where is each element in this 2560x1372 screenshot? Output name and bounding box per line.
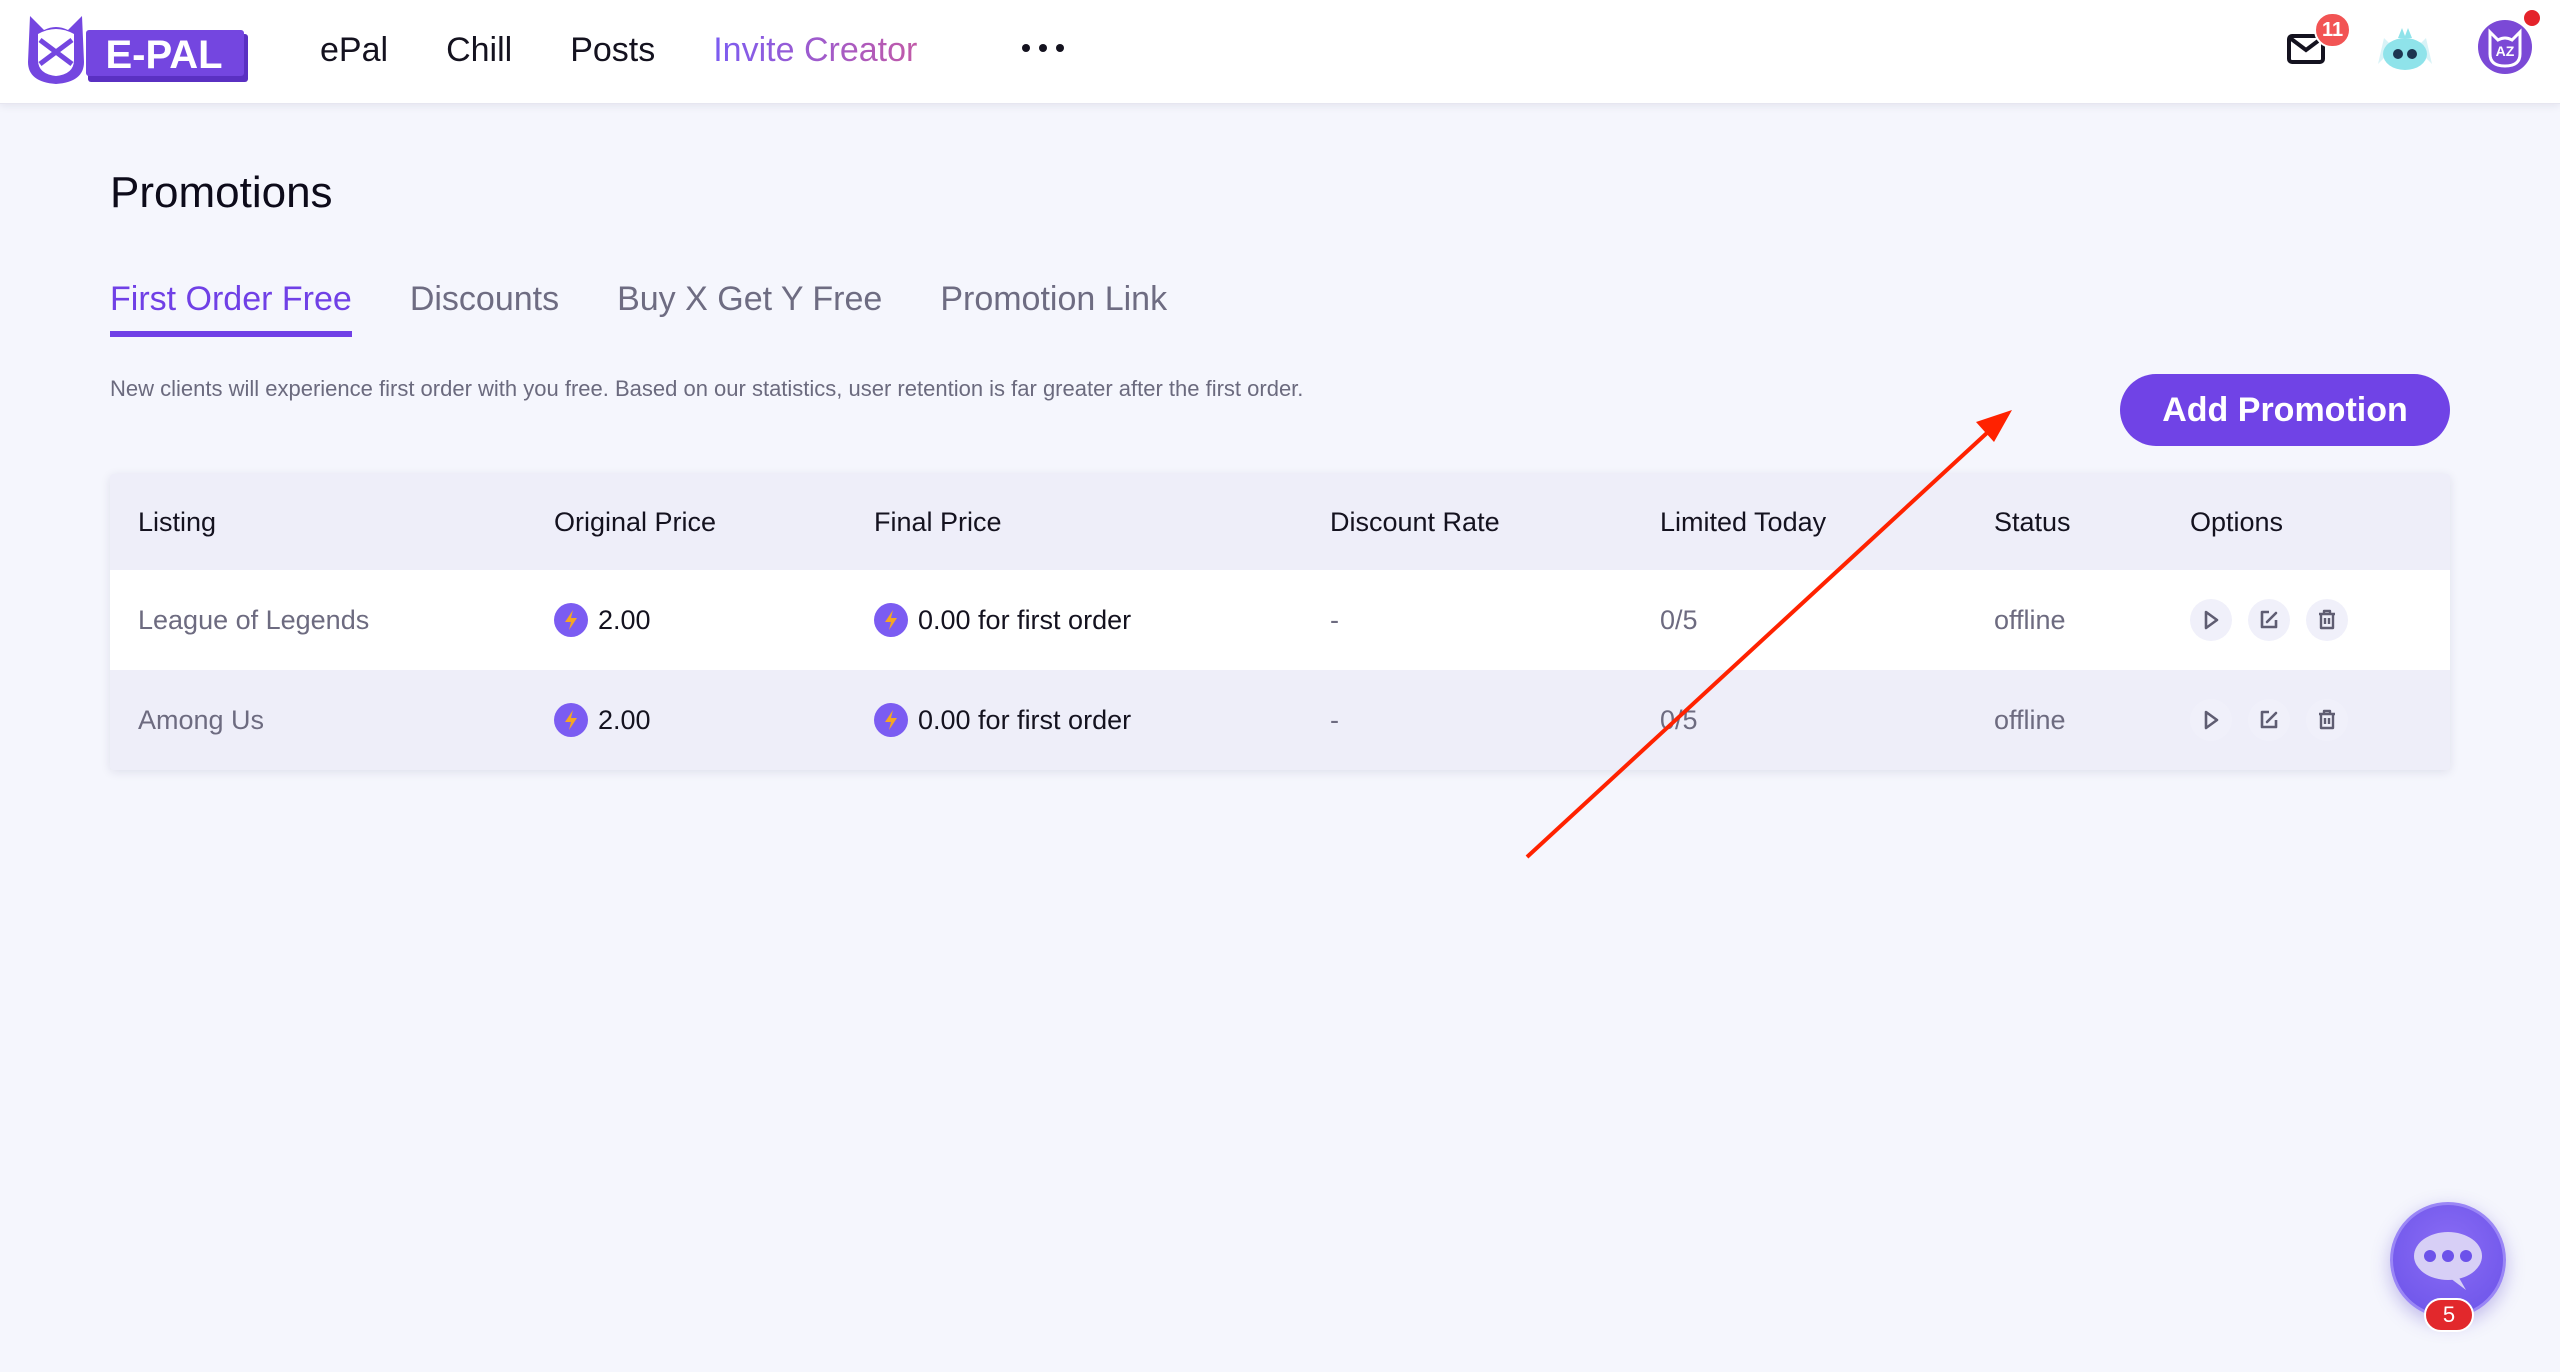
nav-posts[interactable]: Posts bbox=[570, 31, 655, 70]
play-icon[interactable] bbox=[2190, 699, 2232, 741]
status: offline bbox=[1994, 704, 2066, 735]
tab-discounts[interactable]: Discounts bbox=[410, 280, 559, 337]
nav-invite-creator[interactable]: Invite Creator bbox=[713, 31, 917, 70]
more-horizontal-icon[interactable] bbox=[1022, 28, 1064, 68]
table-header-row: Listing Original Price Final Price Disco… bbox=[110, 474, 2450, 570]
original-price: 2.00 bbox=[554, 670, 651, 770]
edit-icon[interactable] bbox=[2248, 699, 2290, 741]
limited-today: 0/5 bbox=[1660, 604, 1698, 635]
mascot-avatar[interactable] bbox=[2374, 22, 2436, 72]
original-price-value: 2.00 bbox=[598, 704, 651, 735]
col-header-listing: Listing bbox=[138, 506, 217, 537]
trash-icon[interactable] bbox=[2306, 599, 2348, 641]
play-icon[interactable] bbox=[2190, 599, 2232, 641]
add-promotion-button[interactable]: Add Promotion bbox=[2120, 374, 2450, 446]
original-price: 2.00 bbox=[554, 570, 651, 670]
lightning-coin-icon bbox=[554, 703, 588, 737]
table-row: League of Legends 2.00 0.00 for first or… bbox=[110, 570, 2450, 670]
tab-buy-x-get-y-free[interactable]: Buy X Get Y Free bbox=[617, 280, 882, 337]
row-options bbox=[2190, 570, 2364, 670]
final-price-value: 0.00 for first order bbox=[918, 704, 1132, 735]
discount-rate: - bbox=[1330, 604, 1339, 635]
status: offline bbox=[1994, 604, 2066, 635]
final-price: 0.00 for first order bbox=[874, 570, 1131, 670]
col-header-limited-today: Limited Today bbox=[1660, 506, 1827, 537]
notification-dot bbox=[2524, 10, 2540, 26]
main-nav: ePal Chill Posts Invite Creator bbox=[320, 0, 975, 100]
col-header-status: Status bbox=[1994, 506, 2071, 537]
lightning-coin-icon bbox=[874, 703, 908, 737]
promotions-table: Listing Original Price Final Price Disco… bbox=[110, 474, 2450, 770]
edit-icon[interactable] bbox=[2248, 599, 2290, 641]
top-header: E-PAL ePal Chill Posts Invite Creator 11… bbox=[0, 0, 2560, 104]
col-header-final-price: Final Price bbox=[874, 506, 1002, 537]
final-price: 0.00 for first order bbox=[874, 670, 1131, 770]
discount-rate: - bbox=[1330, 704, 1339, 735]
chat-bubble-icon bbox=[2414, 1232, 2482, 1290]
col-header-original-price: Original Price bbox=[554, 506, 717, 537]
svg-text:AZ: AZ bbox=[2496, 43, 2515, 59]
tab-first-order-free[interactable]: First Order Free bbox=[110, 280, 352, 337]
col-header-discount-rate: Discount Rate bbox=[1330, 506, 1500, 537]
original-price-value: 2.00 bbox=[598, 604, 651, 635]
chat-unread-badge: 5 bbox=[2424, 1298, 2474, 1332]
epal-logo[interactable]: E-PAL bbox=[24, 12, 254, 88]
user-avatar[interactable]: AZ bbox=[2478, 20, 2532, 74]
row-options bbox=[2190, 670, 2364, 770]
page-title: Promotions bbox=[110, 168, 333, 217]
svg-text:E-PAL: E-PAL bbox=[105, 33, 222, 77]
nav-epal[interactable]: ePal bbox=[320, 31, 388, 70]
tab-description: New clients will experience first order … bbox=[110, 376, 1304, 401]
final-price-value: 0.00 for first order bbox=[918, 604, 1132, 635]
tab-promotion-link[interactable]: Promotion Link bbox=[940, 280, 1167, 337]
lightning-coin-icon bbox=[874, 603, 908, 637]
lightning-coin-icon bbox=[554, 603, 588, 637]
mail-notification-badge: 11 bbox=[2314, 12, 2352, 48]
col-header-options: Options bbox=[2190, 506, 2284, 537]
listing-name: Among Us bbox=[138, 704, 265, 735]
listing-name: League of Legends bbox=[138, 604, 370, 635]
limited-today: 0/5 bbox=[1660, 704, 1698, 735]
table-row: Among Us 2.00 0.00 for first order - 0/5… bbox=[110, 670, 2450, 770]
trash-icon[interactable] bbox=[2306, 699, 2348, 741]
nav-chill[interactable]: Chill bbox=[446, 31, 512, 70]
promotion-tabs: First Order Free Discounts Buy X Get Y F… bbox=[110, 280, 1225, 337]
